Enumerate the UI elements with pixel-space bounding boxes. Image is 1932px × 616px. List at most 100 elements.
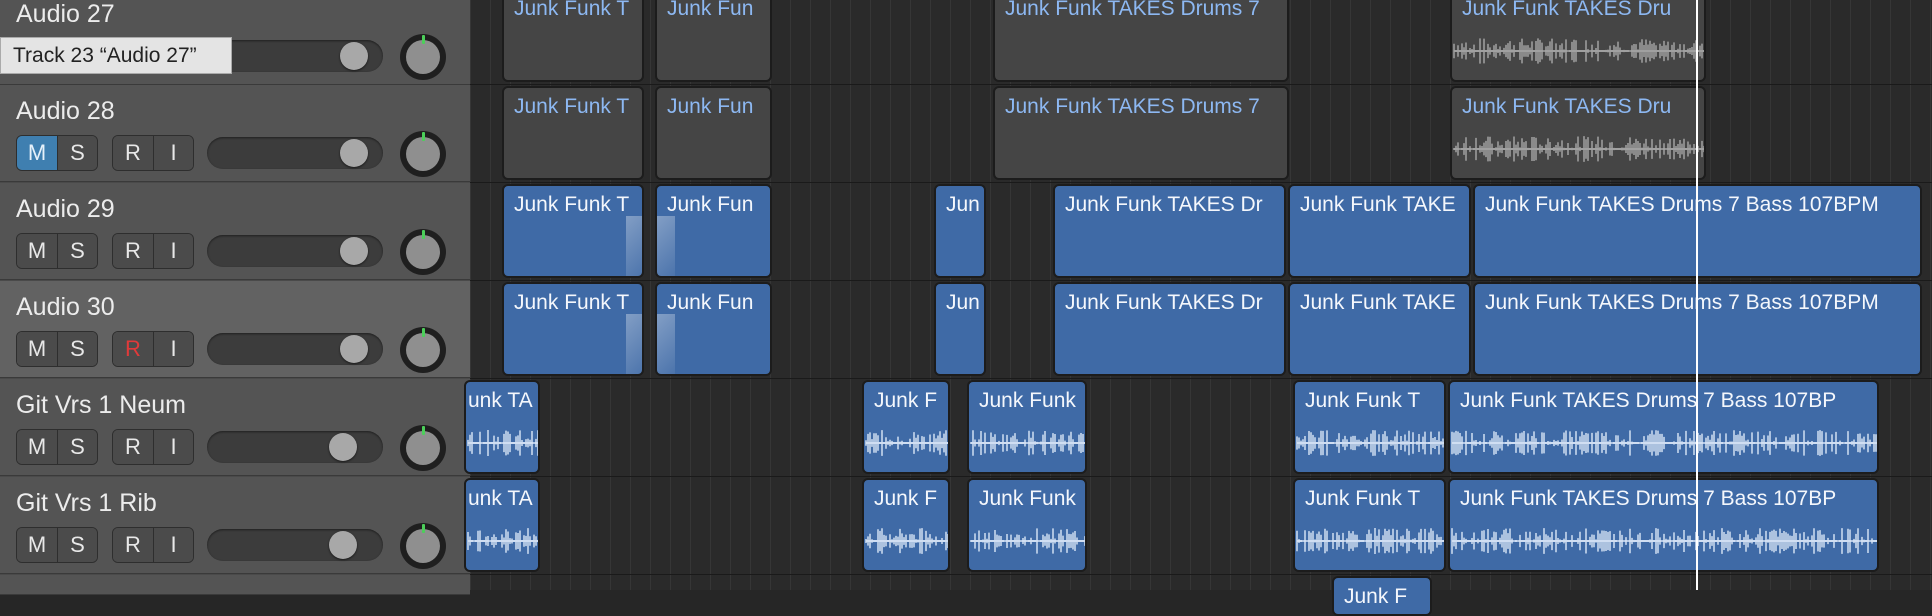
mute-button[interactable]: M	[17, 528, 57, 562]
audio-region[interactable]: Jun	[934, 184, 986, 278]
audio-region[interactable]: Junk F	[1332, 576, 1432, 616]
record-enable-button[interactable]: R	[113, 430, 153, 464]
track-lane-divider	[470, 574, 1932, 575]
pan-knob[interactable]	[400, 131, 446, 177]
track-header-git-vrs-1-neum[interactable]: Git Vrs 1 Neum M S R I	[0, 379, 470, 476]
audio-region[interactable]: Junk Funk TAKES Dr	[1053, 184, 1286, 278]
track-name[interactable]: Git Vrs 1 Rib	[16, 489, 157, 518]
volume-slider-handle[interactable]	[329, 433, 357, 461]
track-name[interactable]: Audio 29	[16, 195, 115, 224]
record-enable-button[interactable]: R	[113, 136, 153, 170]
mute-button[interactable]: M	[17, 234, 57, 268]
track-name[interactable]: Audio 27	[16, 0, 115, 29]
track-lane-divider	[470, 280, 1932, 281]
mute-button[interactable]: M	[17, 430, 57, 464]
input-monitor-button[interactable]: I	[153, 136, 193, 170]
volume-slider-handle[interactable]	[340, 237, 368, 265]
audio-region[interactable]: Junk Funk T	[1293, 380, 1446, 474]
volume-slider-handle[interactable]	[340, 139, 368, 167]
audio-region[interactable]: Junk Funk TAKES Drums 7 Bass 107BP	[1448, 380, 1879, 474]
audio-region[interactable]: unk TA	[464, 478, 540, 572]
region-title: Junk Funk TAKES Drums 7 Bass 107BPM	[1485, 193, 1879, 216]
audio-region[interactable]: Junk Funk T	[1293, 478, 1446, 572]
track-header-audio-29[interactable]: Audio 29 M S R I	[0, 183, 470, 280]
audio-region[interactable]: Junk Funk	[967, 380, 1087, 474]
waveform	[1296, 430, 1444, 456]
audio-region[interactable]: Junk F	[862, 380, 950, 474]
region-title: Junk Funk TAKES Drums 7 Bass 107BPM	[1485, 291, 1879, 314]
waveform	[1451, 430, 1877, 456]
pan-knob[interactable]	[400, 523, 446, 569]
input-monitor-button[interactable]: I	[153, 528, 193, 562]
audio-region[interactable]: Junk Funk TAKES Dru	[1450, 86, 1706, 180]
audio-region[interactable]: unk TA	[464, 380, 540, 474]
audio-region[interactable]: Junk F	[862, 478, 950, 572]
input-monitor-button[interactable]: I	[153, 332, 193, 366]
input-monitor-button[interactable]: I	[153, 430, 193, 464]
audio-region[interactable]: Junk Funk TAKES Drums 7	[993, 86, 1289, 180]
solo-button[interactable]: S	[57, 136, 97, 170]
mute-solo-group: M S	[16, 331, 98, 367]
audio-region[interactable]: Junk Fun	[655, 184, 772, 278]
playhead[interactable]	[1696, 0, 1698, 590]
solo-button[interactable]: S	[57, 234, 97, 268]
volume-slider[interactable]	[207, 529, 383, 561]
audio-region[interactable]: Jun	[934, 282, 986, 376]
waveform	[1453, 38, 1704, 64]
region-title: Junk Funk TAKE	[1300, 291, 1456, 314]
volume-slider-handle[interactable]	[340, 335, 368, 363]
record-enable-button[interactable]: R	[113, 332, 153, 366]
pan-knob[interactable]	[400, 229, 446, 275]
volume-slider[interactable]	[207, 137, 383, 169]
audio-region[interactable]: Junk Funk TAKE	[1288, 282, 1471, 376]
solo-button[interactable]: S	[57, 430, 97, 464]
track-header-audio-30[interactable]: Audio 30 M S R I	[0, 281, 470, 378]
mute-button[interactable]: M	[17, 136, 57, 170]
audio-region[interactable]: Junk Funk	[967, 478, 1087, 572]
region-title: unk TA	[468, 487, 533, 510]
volume-slider[interactable]	[207, 333, 383, 365]
region-title: Junk Funk T	[1305, 487, 1421, 510]
track-header-git-vrs-1-rib[interactable]: Git Vrs 1 Rib M S R I	[0, 477, 470, 574]
audio-region[interactable]: Junk Funk T	[502, 86, 644, 180]
region-title: Junk Funk	[979, 389, 1076, 412]
solo-button[interactable]: S	[57, 332, 97, 366]
pan-knob[interactable]	[400, 34, 446, 80]
track-name[interactable]: Git Vrs 1 Neum	[16, 391, 186, 420]
waveform	[865, 430, 948, 456]
pan-knob[interactable]	[400, 425, 446, 471]
volume-slider[interactable]	[207, 40, 383, 72]
region-title: Junk Fun	[667, 291, 754, 314]
track-name[interactable]: Audio 30	[16, 293, 115, 322]
region-title: Junk Funk T	[514, 291, 630, 314]
pan-indicator	[422, 35, 425, 44]
audio-region[interactable]: Junk Funk TAKES Drums 7 Bass 107BP	[1448, 478, 1879, 572]
record-enable-button[interactable]: R	[113, 234, 153, 268]
audio-region[interactable]: Junk Funk TAKES Dru	[1450, 0, 1706, 82]
volume-slider-handle[interactable]	[329, 531, 357, 559]
track-header-next[interactable]	[0, 575, 470, 595]
solo-button[interactable]: S	[57, 528, 97, 562]
region-title: Junk Funk T	[514, 0, 630, 20]
track-header-audio-28[interactable]: Audio 28 M S R I	[0, 85, 470, 182]
audio-region[interactable]: Junk Funk T	[502, 184, 644, 278]
audio-region[interactable]: Junk Fun	[655, 282, 772, 376]
pan-knob[interactable]	[400, 327, 446, 373]
region-title: Junk Funk TAKES Dr	[1065, 193, 1263, 216]
tracks-area[interactable]: Junk Funk T Junk Fun Junk Funk TAKES Dru…	[464, 0, 1932, 616]
audio-region[interactable]: Junk Funk T	[502, 0, 644, 82]
audio-region[interactable]: Junk Funk TAKES Drums 7	[993, 0, 1289, 82]
track-name[interactable]: Audio 28	[16, 97, 115, 126]
record-enable-button[interactable]: R	[113, 528, 153, 562]
input-monitor-button[interactable]: I	[153, 234, 193, 268]
audio-region[interactable]: Junk Fun	[655, 86, 772, 180]
audio-region[interactable]: Junk Funk TAKE	[1288, 184, 1471, 278]
volume-slider[interactable]	[207, 431, 383, 463]
audio-region[interactable]: Junk Funk TAKES Dr	[1053, 282, 1286, 376]
audio-region[interactable]: Junk Fun	[655, 0, 772, 82]
mute-button[interactable]: M	[17, 332, 57, 366]
mute-solo-group: M S	[16, 429, 98, 465]
volume-slider[interactable]	[207, 235, 383, 267]
volume-slider-handle[interactable]	[340, 42, 368, 70]
audio-region[interactable]: Junk Funk T	[502, 282, 644, 376]
